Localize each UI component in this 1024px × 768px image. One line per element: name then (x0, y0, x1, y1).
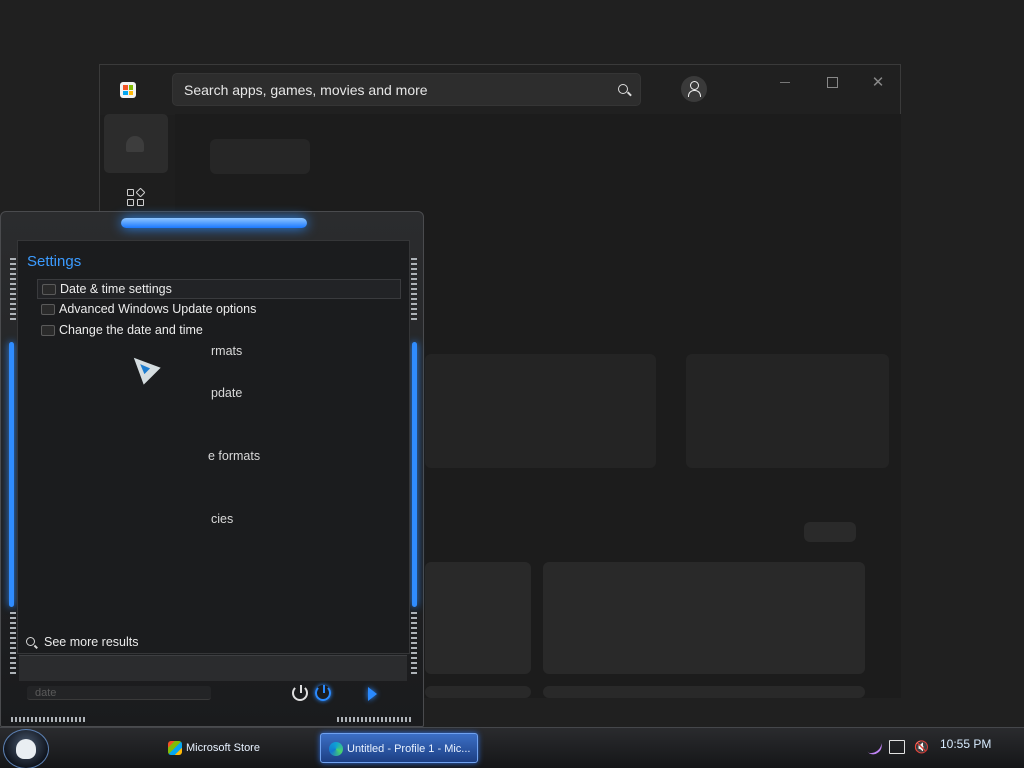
arrow-right-icon[interactable] (368, 687, 377, 701)
taskbar-button-microsoft-store[interactable]: Microsoft Store (160, 733, 310, 763)
decorative-dots (411, 612, 417, 674)
feather-tray-icon[interactable] (863, 736, 885, 758)
obscured-result-text: cies (211, 512, 234, 526)
account-icon[interactable] (681, 76, 707, 102)
start-menu-divider-bar (19, 655, 407, 681)
decorative-dots (10, 612, 16, 674)
taskbar-button-edge[interactable]: Untitled - Profile 1 - Mic... (320, 733, 478, 763)
obscured-result-text: pdate (211, 386, 243, 400)
minimize-button[interactable] (776, 75, 796, 91)
maximize-button[interactable] (822, 75, 842, 91)
taskbar: Microsoft Store Untitled - Profile 1 - M… (0, 727, 1024, 768)
start-button[interactable] (3, 729, 49, 768)
loading-placeholder (210, 139, 310, 174)
start-menu[interactable]: Settings Date & time settings Advanced W… (0, 211, 424, 727)
edge-browser-icon (329, 742, 343, 756)
obscured-result-text: rmats (211, 344, 243, 358)
loading-placeholder (686, 354, 889, 468)
volume-muted-icon[interactable]: 🔇 (914, 740, 930, 754)
store-search-box[interactable]: Search apps, games, movies and more (172, 73, 641, 106)
result-item[interactable]: Change the date and time (37, 321, 401, 341)
loading-placeholder (804, 522, 856, 542)
apps-icon[interactable] (127, 187, 146, 207)
decorative-dots (411, 258, 417, 320)
settings-icon (41, 304, 55, 315)
decorative-dots (10, 258, 16, 320)
search-results-panel: Settings Date & time settings Advanced W… (17, 240, 410, 654)
loading-placeholder (543, 686, 865, 698)
loading-placeholder (425, 686, 531, 698)
store-titlebar: Search apps, games, movies and more ✕ (100, 65, 900, 115)
settings-icon (41, 325, 55, 336)
network-icon[interactable] (889, 740, 905, 754)
see-more-results-link[interactable]: See more results (24, 635, 138, 649)
loading-placeholder (425, 562, 531, 674)
start-search-input[interactable]: date (27, 686, 211, 700)
search-icon (26, 637, 35, 646)
start-menu-glow (121, 218, 307, 228)
result-item[interactable]: Advanced Windows Update options (37, 300, 401, 320)
decorative-dots (11, 717, 87, 722)
taskbar-button-label: Microsoft Store (186, 742, 260, 754)
result-label: Change the date and time (59, 323, 203, 337)
settings-icon (42, 284, 56, 295)
loading-placeholder (425, 354, 656, 468)
decorative-dots (337, 717, 413, 722)
result-label: Date & time settings (60, 282, 172, 296)
accent-rail-right (412, 342, 417, 607)
see-more-label: See more results (44, 635, 139, 649)
microsoft-store-icon (168, 741, 182, 755)
shutdown-icon[interactable] (292, 685, 308, 701)
store-search-placeholder: Search apps, games, movies and more (184, 82, 428, 98)
start-search-value: date (35, 687, 57, 699)
microsoft-store-logo-icon (120, 82, 136, 98)
search-icon[interactable] (618, 84, 628, 94)
accent-rail-left (9, 342, 14, 607)
nav-home-button[interactable] (104, 114, 168, 173)
taskbar-clock[interactable]: 10:55 PM (940, 737, 991, 751)
result-item[interactable]: Date & time settings (37, 279, 401, 299)
loading-placeholder (543, 562, 865, 674)
result-label: Advanced Windows Update options (59, 302, 257, 316)
taskbar-button-label: Untitled - Profile 1 - Mic... (347, 743, 471, 755)
obscured-result-text: e formats (208, 449, 261, 463)
power-options-icon[interactable] (315, 685, 331, 701)
close-button[interactable]: ✕ (868, 75, 888, 91)
results-category-heading: Settings (27, 253, 82, 270)
